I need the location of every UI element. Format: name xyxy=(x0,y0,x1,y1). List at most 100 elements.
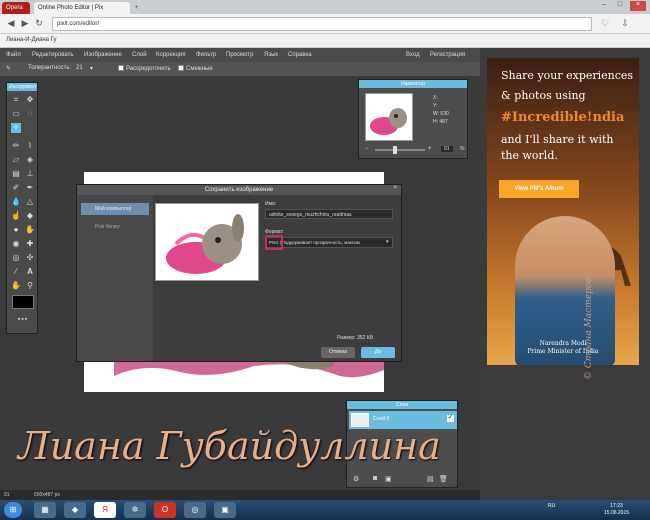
blur-icon[interactable]: 💧 xyxy=(11,197,21,207)
pinch-icon[interactable]: ✣ xyxy=(25,253,35,263)
save-location-my-computer[interactable]: Мой компьютер xyxy=(81,203,149,215)
smudge-icon[interactable]: ☝ xyxy=(11,211,21,221)
sharpen-icon[interactable]: △ xyxy=(25,197,35,207)
new-tab-button[interactable]: + xyxy=(131,2,145,14)
heart-icon[interactable]: ♡ xyxy=(600,18,610,29)
view-album-button[interactable]: View PM's Album xyxy=(499,180,579,198)
minimize-icon[interactable]: – xyxy=(596,1,612,11)
menu-help[interactable]: Справка xyxy=(288,52,312,58)
zoom-slider[interactable] xyxy=(375,149,425,151)
language-indicator[interactable]: RU xyxy=(548,503,555,509)
image-canvas-bottom[interactable] xyxy=(84,362,384,392)
windows-taskbar: ⊞ ▦ ◆ Я ✲ O ◎ ▣ RU 17:23 15.06.2015 xyxy=(0,500,650,520)
eraser-icon[interactable]: ▱ xyxy=(11,155,21,165)
taskbar-player-icon[interactable]: ◎ xyxy=(184,502,206,518)
menu-file[interactable]: Файл xyxy=(6,52,21,58)
drawing-icon[interactable]: ✒ xyxy=(25,183,35,193)
layer-style-icon[interactable]: ▣ xyxy=(385,475,392,483)
dialog-sidebar: Мой компьютер Pixlr library xyxy=(77,195,153,361)
status-bar: 91 650x487 px xyxy=(0,490,480,500)
layer-mask-icon[interactable]: ◙ xyxy=(373,475,377,482)
cancel-button[interactable]: Отмена xyxy=(321,347,355,358)
format-dropdown-icon[interactable]: ▾ xyxy=(386,239,389,245)
stamp-icon[interactable]: ⊥ xyxy=(25,169,35,179)
color-picker-icon[interactable]: ⁄ xyxy=(11,267,21,277)
format-select[interactable]: PNG (Поддерживает прозрачность, максим xyxy=(265,237,393,248)
foreground-color-swatch[interactable] xyxy=(12,295,34,309)
tolerance-input[interactable]: 21 xyxy=(76,65,83,71)
gradient-icon[interactable]: ▤ xyxy=(11,169,21,179)
menu-view[interactable]: Просмотр xyxy=(226,52,253,58)
taskbar-yandex-icon[interactable]: Я xyxy=(94,502,116,518)
bloat-icon[interactable]: ◎ xyxy=(11,253,21,263)
contiguous-checkbox[interactable]: Рассредоточить xyxy=(118,65,171,72)
burn-icon[interactable]: ✋ xyxy=(25,225,35,235)
antialias-checkbox[interactable]: Смежные xyxy=(178,65,213,72)
delete-layer-icon[interactable]: 🗑 xyxy=(439,475,448,483)
color-replace-icon[interactable]: ✐ xyxy=(11,183,21,193)
red-eye-icon[interactable]: ◉ xyxy=(11,239,21,249)
save-location-pixlr-library[interactable]: Pixlr library xyxy=(81,221,149,233)
reload-icon[interactable]: ↻ xyxy=(34,18,44,29)
taskbar-settings-icon[interactable]: ✲ xyxy=(124,502,146,518)
dialog-close-icon[interactable]: × xyxy=(393,185,397,191)
download-icon[interactable]: ⇩ xyxy=(620,18,630,29)
maximize-icon[interactable]: □ xyxy=(612,1,628,11)
zoom-icon[interactable]: ⚲ xyxy=(25,281,35,291)
lasso-icon[interactable]: ◌ xyxy=(25,109,35,119)
taskbar-explorer-icon[interactable]: ▦ xyxy=(34,502,56,518)
menu-adjustment[interactable]: Коррекция xyxy=(156,52,186,58)
bookmark-item[interactable]: Лиана-И-Диана Гу xyxy=(6,37,57,43)
zoom-slider-handle[interactable] xyxy=(393,146,397,154)
filename-input[interactable]: udivite_svoego_muzhchinu_readmas xyxy=(265,209,393,219)
navigator-title: Навигатор xyxy=(359,80,467,88)
taskbar-app-icon[interactable]: ◆ xyxy=(64,502,86,518)
login-link[interactable]: Вход xyxy=(406,52,420,58)
magic-wand-icon[interactable]: ✧ xyxy=(11,123,21,133)
crop-icon[interactable]: ⌗ xyxy=(11,95,21,105)
bucket-icon[interactable]: ◈ xyxy=(25,155,35,165)
zoom-out-icon[interactable]: − xyxy=(365,146,369,152)
file-size-text: Размер: 352 KB xyxy=(337,335,374,341)
start-button[interactable]: ⊞ xyxy=(4,502,22,518)
layer-settings-icon[interactable]: ⚙ xyxy=(353,475,359,483)
pencil-icon[interactable]: ✏ xyxy=(11,141,21,151)
tolerance-dropdown-icon[interactable]: ▾ xyxy=(90,65,93,72)
clock-date: 15.06.2015 xyxy=(604,510,630,516)
menu-language[interactable]: Язык xyxy=(264,52,278,58)
menu-edit[interactable]: Редактировать xyxy=(32,52,73,58)
advertisement-banner[interactable]: Share your experiences & photos using #I… xyxy=(487,58,639,365)
register-link[interactable]: Регистрация xyxy=(430,52,465,58)
sponge-icon[interactable]: ◆ xyxy=(25,211,35,221)
dodge-icon[interactable]: ● xyxy=(11,225,21,235)
navigator-zoom-row: − + 91 % xyxy=(365,146,465,154)
ok-button[interactable]: Да xyxy=(361,347,395,358)
forward-icon[interactable]: ▶ xyxy=(20,18,30,29)
spot-heal-icon[interactable]: ✚ xyxy=(25,239,35,249)
menu-image[interactable]: Изображение xyxy=(84,52,122,58)
hand-icon[interactable]: ✋ xyxy=(11,281,21,291)
menu-filter[interactable]: Фильтр xyxy=(196,52,216,58)
layer-visibility-checkbox[interactable]: ✓ xyxy=(447,415,454,422)
name-label: Имя: xyxy=(265,201,277,207)
clock[interactable]: 17:23 15.06.2015 xyxy=(604,503,629,517)
zoom-input[interactable]: 91 xyxy=(441,146,453,152)
zoom-in-icon[interactable]: + xyxy=(428,146,432,152)
navigator-thumbnail[interactable] xyxy=(365,93,413,141)
address-input[interactable]: pixlr.com/editor/ xyxy=(52,17,592,31)
tab-pixlr-editor[interactable]: Online Photo Editor | Pix xyxy=(34,2,130,14)
close-icon[interactable]: × xyxy=(630,1,646,11)
move-icon[interactable]: ✥ xyxy=(25,95,35,105)
bookmarks-bar: Лиана-И-Диана Гу xyxy=(0,34,650,48)
view-mode-icon[interactable]: ▪▪▪ xyxy=(12,315,34,325)
brush-icon[interactable]: ⌇ xyxy=(25,141,35,151)
type-icon[interactable]: A xyxy=(25,267,35,277)
layers-title: Слои xyxy=(347,401,457,409)
back-icon[interactable]: ◀ xyxy=(6,18,16,29)
menu-layer[interactable]: Слой xyxy=(132,52,147,58)
opera-menu-button[interactable]: Opera xyxy=(2,2,30,14)
marquee-icon[interactable]: ▭ xyxy=(11,109,21,119)
taskbar-opera-icon[interactable]: O xyxy=(154,502,176,518)
taskbar-photos-icon[interactable]: ▣ xyxy=(214,502,236,518)
new-layer-icon[interactable]: ▤ xyxy=(427,475,434,483)
